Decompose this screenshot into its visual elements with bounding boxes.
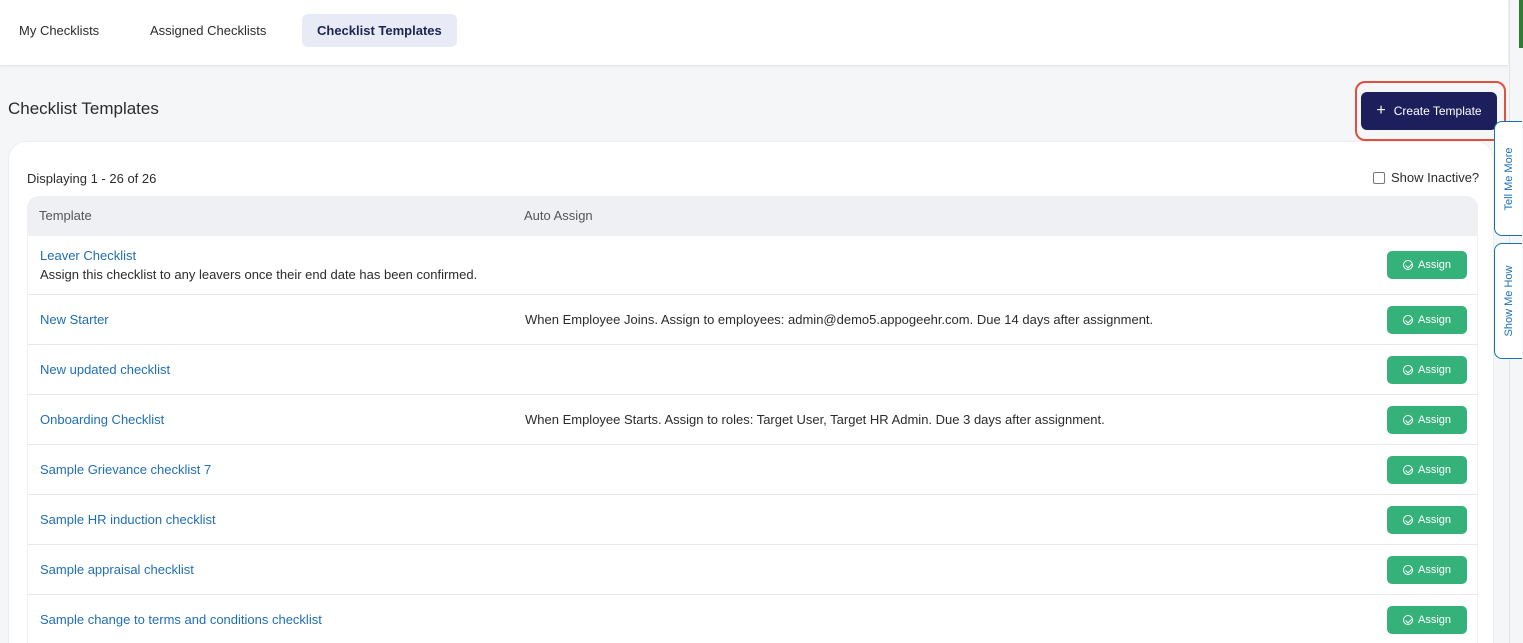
- template-link[interactable]: New updated checklist: [40, 362, 170, 377]
- template-link[interactable]: Onboarding Checklist: [40, 412, 164, 427]
- template-link[interactable]: Sample change to terms and conditions ch…: [40, 612, 322, 627]
- table-row: New updated checklist Assign: [27, 345, 1478, 395]
- check-circle-icon: [1402, 515, 1413, 525]
- assign-label: Assign: [1417, 564, 1452, 576]
- table-row: Onboarding Checklist When Employee Start…: [27, 395, 1478, 445]
- show-me-how-label: Show Me How: [1502, 265, 1515, 337]
- assign-button[interactable]: Assign: [1387, 456, 1467, 484]
- assign-label: Assign: [1417, 614, 1452, 626]
- assign-button[interactable]: Assign: [1387, 251, 1467, 279]
- template-rows: Leaver Checklist Assign this checklist t…: [27, 236, 1478, 643]
- header-template: Template: [39, 208, 92, 223]
- table-row: Sample Grievance checklist 7 Assign: [27, 445, 1478, 495]
- display-count: Displaying 1 - 26 of 26: [27, 171, 157, 186]
- create-template-label: Create Template: [1393, 104, 1482, 118]
- page-title: Checklist Templates: [8, 99, 159, 118]
- template-description: Assign this checklist to any leavers onc…: [40, 267, 478, 282]
- table-row: Sample HR induction checklist Assign: [27, 495, 1478, 545]
- table-header: Template Auto Assign: [27, 196, 1478, 236]
- assign-button[interactable]: Assign: [1387, 306, 1467, 334]
- edge-accent-strip: [1519, 0, 1523, 48]
- assign-button[interactable]: Assign: [1387, 356, 1467, 384]
- show-me-how-tab[interactable]: Show Me How: [1494, 243, 1522, 359]
- tab-checklist-templates[interactable]: Checklist Templates: [302, 14, 457, 47]
- plus-icon: +: [1376, 102, 1386, 119]
- header-auto-assign: Auto Assign: [524, 208, 593, 223]
- auto-assign-text: When Employee Joins. Assign to employees…: [525, 312, 1154, 327]
- check-circle-icon: [1402, 415, 1413, 425]
- check-circle-icon: [1402, 465, 1413, 475]
- check-circle-icon: [1402, 260, 1413, 270]
- check-circle-icon: [1402, 615, 1413, 625]
- tell-me-more-label: Tell Me More: [1502, 147, 1515, 210]
- top-tab-bar: My Checklists Assigned Checklists Checkl…: [0, 0, 1508, 66]
- assign-label: Assign: [1417, 464, 1452, 476]
- assign-button[interactable]: Assign: [1387, 606, 1467, 634]
- assign-label: Assign: [1417, 259, 1452, 271]
- check-circle-icon: [1402, 315, 1413, 325]
- check-circle-icon: [1402, 365, 1413, 375]
- assign-button[interactable]: Assign: [1387, 406, 1467, 434]
- table-row: Sample appraisal checklist Assign: [27, 545, 1478, 595]
- template-link[interactable]: New Starter: [40, 312, 109, 327]
- show-inactive-label: Show Inactive?: [1391, 170, 1480, 185]
- table-row: New Starter When Employee Joins. Assign …: [27, 295, 1478, 345]
- tell-me-more-tab[interactable]: Tell Me More: [1494, 121, 1522, 236]
- tab-assigned-checklists[interactable]: Assigned Checklists: [135, 14, 281, 47]
- assign-button[interactable]: Assign: [1387, 556, 1467, 584]
- assign-label: Assign: [1417, 514, 1452, 526]
- template-link[interactable]: Sample appraisal checklist: [40, 562, 194, 577]
- show-inactive-checkbox[interactable]: [1373, 171, 1385, 184]
- assign-label: Assign: [1417, 414, 1452, 426]
- template-link[interactable]: Sample HR induction checklist: [40, 512, 216, 527]
- assign-label: Assign: [1417, 314, 1452, 326]
- template-link[interactable]: Leaver Checklist: [40, 248, 136, 263]
- check-circle-icon: [1402, 565, 1413, 575]
- table-row: Leaver Checklist Assign this checklist t…: [27, 236, 1478, 295]
- table-row: Sample change to terms and conditions ch…: [27, 595, 1478, 643]
- tab-my-checklists[interactable]: My Checklists: [4, 14, 114, 47]
- template-link[interactable]: Sample Grievance checklist 7: [40, 462, 211, 477]
- assign-label: Assign: [1417, 364, 1452, 376]
- create-template-button[interactable]: + Create Template: [1361, 92, 1497, 130]
- show-inactive-toggle[interactable]: Show Inactive?: [1373, 170, 1479, 185]
- auto-assign-text: When Employee Starts. Assign to roles: T…: [525, 412, 1105, 427]
- assign-button[interactable]: Assign: [1387, 506, 1467, 534]
